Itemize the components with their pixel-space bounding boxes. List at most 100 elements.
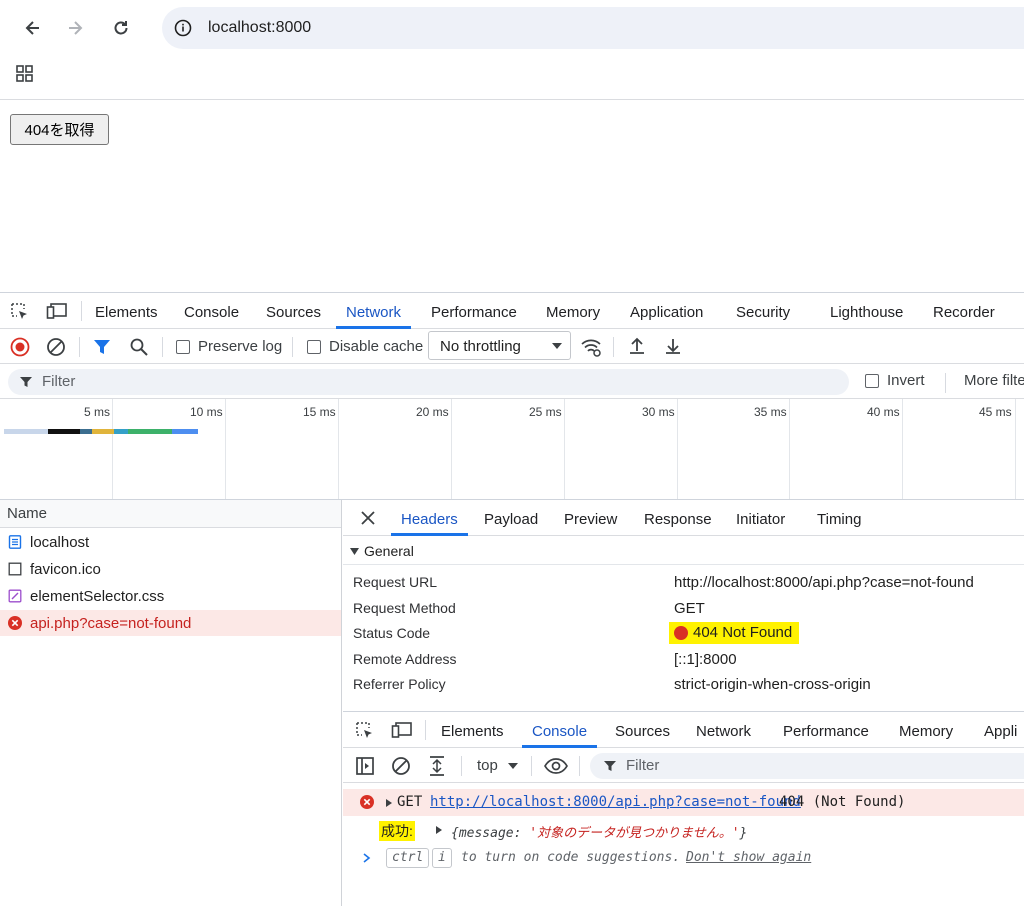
- error-method: GET: [397, 794, 423, 810]
- drawer-tab-performance[interactable]: Performance: [783, 712, 869, 748]
- tab-console[interactable]: Console: [184, 293, 239, 329]
- header-label: Referrer Policy: [353, 676, 446, 692]
- inspect-element-icon[interactable]: [10, 302, 30, 322]
- drawer-tab-application[interactable]: Appli: [984, 712, 1017, 748]
- tab-security[interactable]: Security: [736, 293, 790, 329]
- preserve-log-checkbox[interactable]: [176, 340, 190, 354]
- fetch-404-button[interactable]: 404を取得: [10, 114, 109, 145]
- expand-arrow-icon[interactable]: [436, 826, 442, 834]
- sidebar-toggle-icon[interactable]: [355, 756, 375, 776]
- waterfall-bar: [92, 429, 114, 434]
- reload-button[interactable]: [105, 12, 137, 44]
- clear-icon[interactable]: [46, 337, 66, 357]
- tab-timing[interactable]: Timing: [817, 500, 861, 536]
- hint-text: to turn on code suggestions.: [461, 850, 681, 865]
- preserve-log-label[interactable]: Preserve log: [198, 338, 282, 355]
- request-name: favicon.ico: [30, 560, 101, 578]
- status-code-value: 404 Not Found: [693, 624, 793, 641]
- export-har-icon[interactable]: [663, 336, 683, 356]
- tab-elements[interactable]: Elements: [95, 293, 158, 329]
- arrow-left-icon: [25, 21, 39, 35]
- import-har-icon[interactable]: [627, 336, 647, 356]
- tab-performance[interactable]: Performance: [431, 293, 517, 329]
- tab-payload[interactable]: Payload: [484, 500, 538, 536]
- request-detail: Headers Payload Preview Response Initiat…: [343, 500, 1024, 711]
- tick-label: 15 ms: [303, 405, 336, 419]
- dont-show-again-link[interactable]: Don't show again: [686, 850, 811, 865]
- more-filters-button[interactable]: More filte: [964, 372, 1024, 389]
- console-drawer: Elements Console Sources Network Perform…: [343, 711, 1024, 906]
- console-prompt[interactable]: ctrl i to turn on code suggestions. Don'…: [343, 844, 1024, 874]
- request-row[interactable]: localhost: [0, 529, 341, 555]
- request-row[interactable]: api.php?case=not-found: [0, 610, 341, 636]
- throttling-select[interactable]: No throttling: [428, 331, 571, 360]
- tab-recorder[interactable]: Recorder: [933, 293, 995, 329]
- general-section-header[interactable]: General: [343, 537, 1024, 565]
- close-icon[interactable]: [361, 511, 375, 525]
- request-name: localhost: [30, 533, 90, 551]
- tab-lighthouse[interactable]: Lighthouse: [830, 293, 903, 329]
- info-icon[interactable]: [174, 19, 192, 37]
- tab-application[interactable]: Application: [630, 293, 703, 329]
- disable-cache-label[interactable]: Disable cache: [329, 338, 423, 355]
- caret-down-icon[interactable]: [508, 763, 518, 769]
- invert-checkbox[interactable]: [865, 374, 879, 388]
- tab-preview[interactable]: Preview: [564, 500, 617, 536]
- error-url-link[interactable]: http://localhost:8000/api.php?case=not-f…: [430, 794, 801, 810]
- tab-memory[interactable]: Memory: [546, 293, 600, 329]
- console-filter-input[interactable]: Filter: [590, 753, 1024, 779]
- filter-funnel-icon[interactable]: [93, 338, 111, 356]
- back-button[interactable]: [17, 12, 49, 44]
- address-bar[interactable]: localhost:8000: [162, 7, 1024, 49]
- tab-sources[interactable]: Sources: [266, 293, 321, 329]
- url-text[interactable]: localhost:8000: [208, 19, 311, 37]
- expand-arrow-icon[interactable]: [386, 799, 392, 807]
- tick-label: 40 ms: [867, 405, 900, 419]
- forward-button[interactable]: [59, 12, 91, 44]
- request-row[interactable]: favicon.ico: [0, 556, 341, 582]
- waterfall-bar: [80, 429, 92, 434]
- header-label: Remote Address: [353, 651, 457, 667]
- waterfall-bar: [48, 429, 80, 434]
- arrow-right-icon: [69, 21, 83, 35]
- console-error-message[interactable]: GET http://localhost:8000/api.php?case=n…: [343, 789, 1024, 816]
- request-url-value: http://localhost:8000/api.php?case=not-f…: [674, 574, 974, 591]
- device-toolbar-icon[interactable]: [46, 302, 68, 322]
- tab-network[interactable]: Network: [335, 293, 412, 329]
- filter-input[interactable]: Filter: [8, 369, 849, 395]
- invert-label[interactable]: Invert: [887, 372, 925, 389]
- drawer-tab-sources[interactable]: Sources: [615, 712, 670, 748]
- drawer-tab-elements[interactable]: Elements: [441, 712, 504, 748]
- record-stop-icon[interactable]: [10, 337, 30, 357]
- create-live-expression-icon[interactable]: [427, 755, 447, 777]
- eye-icon[interactable]: [544, 757, 568, 775]
- tab-initiator[interactable]: Initiator: [736, 500, 785, 536]
- file-icon: [8, 562, 22, 576]
- request-name: elementSelector.css: [30, 587, 165, 605]
- clear-console-icon[interactable]: [391, 756, 411, 776]
- drawer-tab-console[interactable]: Console: [521, 712, 598, 748]
- search-icon[interactable]: [129, 337, 149, 357]
- disable-cache-checkbox[interactable]: [307, 340, 321, 354]
- log-object[interactable]: {message: '対象のデータが見つかりません。'}: [451, 822, 747, 841]
- request-row[interactable]: elementSelector.css: [0, 583, 341, 609]
- name-column-header[interactable]: Name: [0, 500, 341, 528]
- log-object-prefix: {message:: [451, 826, 530, 841]
- header-label: Request URL: [353, 574, 438, 590]
- name-header-label: Name: [7, 505, 48, 522]
- device-toolbar-icon[interactable]: [391, 721, 413, 741]
- context-selector[interactable]: top: [477, 757, 498, 774]
- console-filter-placeholder: Filter: [626, 757, 660, 774]
- timeline-overview[interactable]: 5 ms 10 ms 15 ms 20 ms 25 ms 30 ms 35 ms…: [0, 398, 1024, 500]
- prompt-chevron-icon: [363, 853, 371, 863]
- tab-response[interactable]: Response: [644, 500, 712, 536]
- drawer-tab-memory[interactable]: Memory: [899, 712, 953, 748]
- drawer-tab-network[interactable]: Network: [696, 712, 751, 748]
- inspect-element-icon[interactable]: [355, 721, 375, 741]
- referrer-policy-value: strict-origin-when-cross-origin: [674, 676, 871, 693]
- apps-button[interactable]: [15, 64, 35, 84]
- network-conditions-icon[interactable]: [580, 336, 602, 358]
- console-log-message[interactable]: 成功: {message: '対象のデータが見つかりません。'}: [343, 817, 1024, 844]
- tab-headers[interactable]: Headers: [391, 500, 468, 536]
- remote-address-value: [::1]:8000: [674, 651, 737, 668]
